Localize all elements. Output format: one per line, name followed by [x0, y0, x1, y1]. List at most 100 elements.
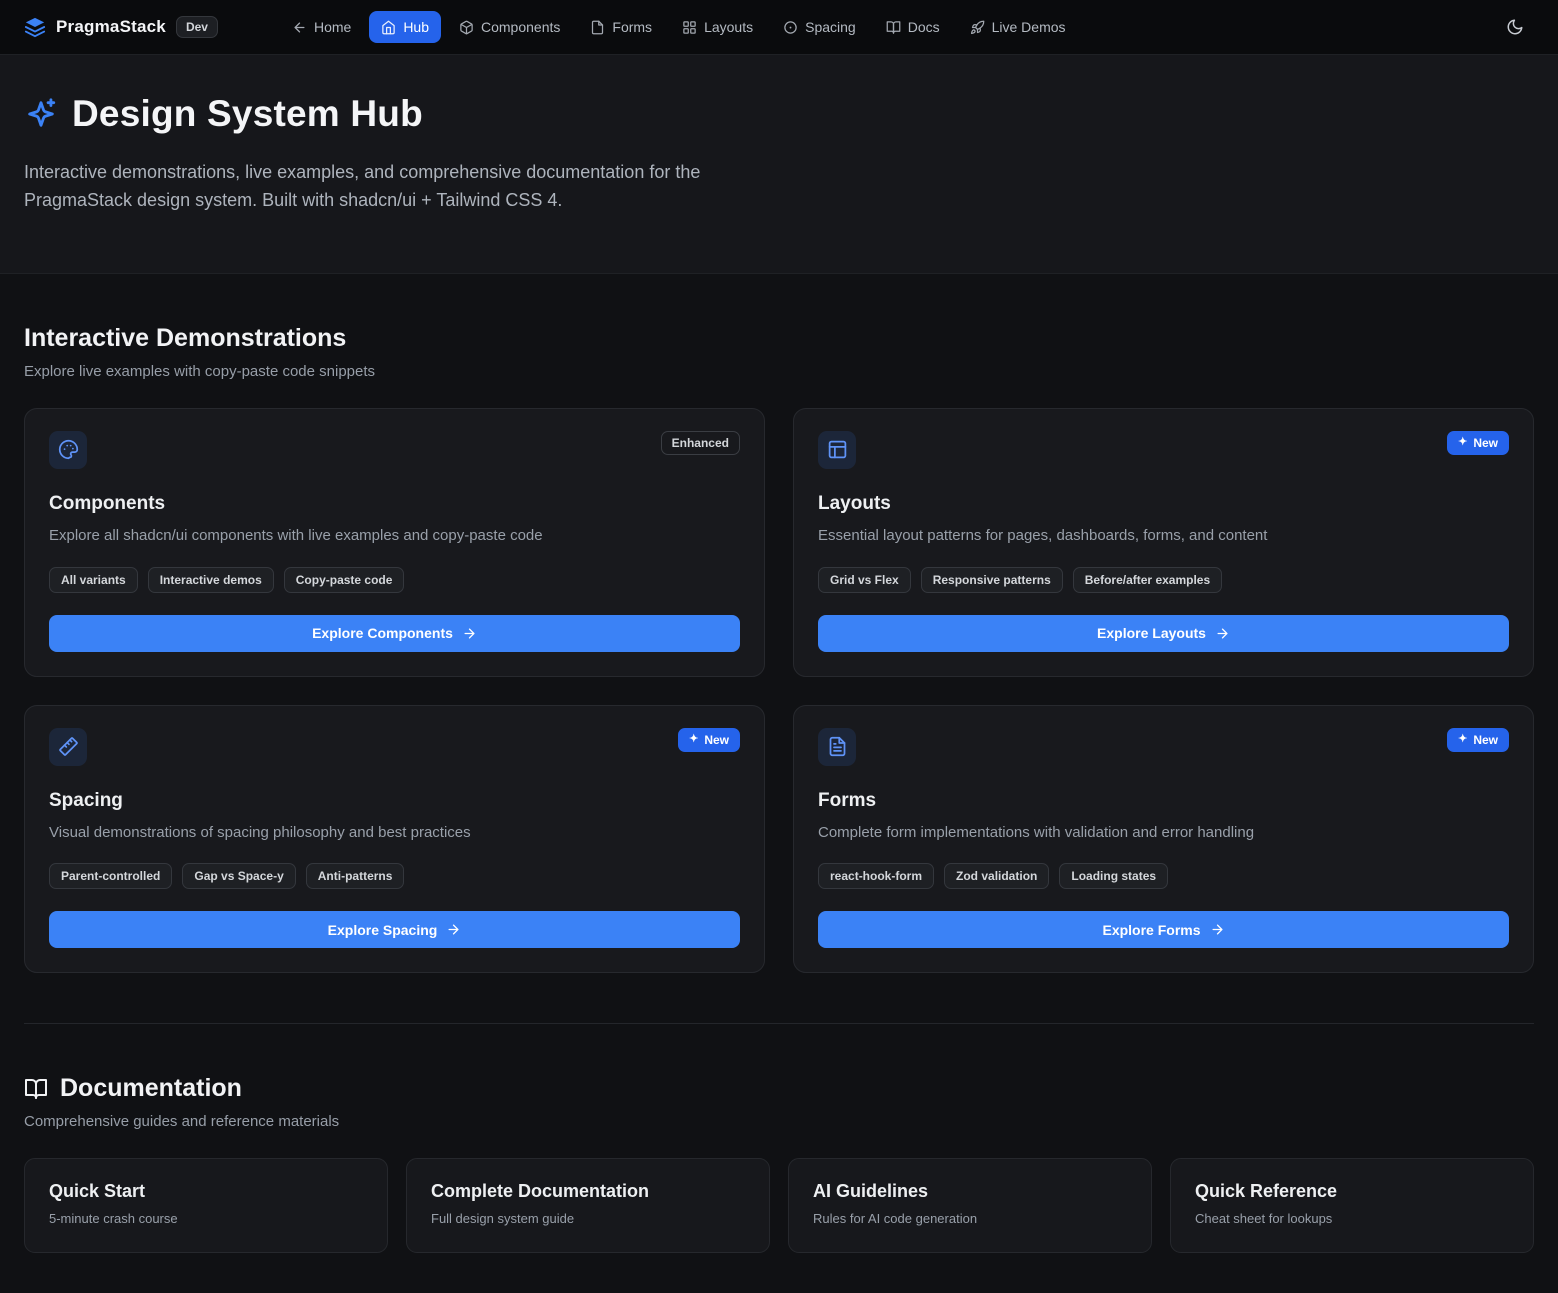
explore-components-button[interactable]: Explore Components: [49, 615, 740, 652]
book-open-icon: [24, 1077, 48, 1101]
nav-label: Spacing: [805, 19, 856, 35]
circle-icon: [783, 20, 798, 35]
card-description: Visual demonstrations of spacing philoso…: [49, 822, 740, 844]
nav-label: Components: [481, 19, 560, 35]
nav-label: Forms: [612, 19, 652, 35]
tag: Grid vs Flex: [818, 567, 911, 593]
card-title: Forms: [818, 790, 1509, 812]
tag: Before/after examples: [1073, 567, 1222, 593]
moon-icon: [1506, 18, 1524, 36]
doc-card-title: Complete Documentation: [431, 1181, 745, 1202]
nav-item-home[interactable]: Home: [280, 11, 363, 43]
main-content: Interactive Demonstrations Explore live …: [0, 324, 1558, 1293]
palette-icon: [49, 431, 87, 469]
tag: Interactive demos: [148, 567, 274, 593]
explore-forms-button[interactable]: Explore Forms: [818, 911, 1509, 948]
layout-grid-icon: [682, 20, 697, 35]
new-badge: ✦New: [1447, 431, 1509, 455]
env-badge: Dev: [176, 16, 218, 38]
card-description: Explore all shadcn/ui components with li…: [49, 525, 740, 547]
book-open-icon: [886, 20, 901, 35]
card-title: Spacing: [49, 790, 740, 812]
nav-item-hub[interactable]: Hub: [369, 11, 441, 43]
button-label: Explore Spacing: [328, 922, 438, 938]
doc-card-title: AI Guidelines: [813, 1181, 1127, 1202]
tag: Gap vs Space-y: [182, 863, 295, 889]
main-nav: Home Hub Components Forms Layouts Spacin…: [280, 11, 1468, 43]
button-label: Explore Forms: [1102, 922, 1200, 938]
nav-item-docs[interactable]: Docs: [874, 11, 952, 43]
explore-spacing-button[interactable]: Explore Spacing: [49, 911, 740, 948]
tag: react-hook-form: [818, 863, 934, 889]
doc-card-quick-start[interactable]: Quick Start 5-minute crash course: [24, 1158, 388, 1253]
file-text-icon: [818, 728, 856, 766]
nav-label: Docs: [908, 19, 940, 35]
new-badge: ✦New: [678, 728, 740, 752]
tag-list: react-hook-form Zod validation Loading s…: [818, 863, 1509, 889]
new-badge: ✦New: [1447, 728, 1509, 752]
doc-card-title: Quick Start: [49, 1181, 363, 1202]
layers-logo-icon: [24, 16, 46, 38]
demo-card-forms: ✦New Forms Complete form implementations…: [793, 705, 1534, 974]
card-description: Essential layout patterns for pages, das…: [818, 525, 1509, 547]
demo-card-grid: Enhanced Components Explore all shadcn/u…: [24, 408, 1534, 974]
nav-item-spacing[interactable]: Spacing: [771, 11, 868, 43]
hero-section: Design System Hub Interactive demonstrat…: [0, 55, 1558, 274]
doc-card-quick-reference[interactable]: Quick Reference Cheat sheet for lookups: [1170, 1158, 1534, 1253]
nav-label: Home: [314, 19, 351, 35]
tag: All variants: [49, 567, 138, 593]
card-title: Layouts: [818, 493, 1509, 515]
tag: Copy-paste code: [284, 567, 405, 593]
tag-list: Grid vs Flex Responsive patterns Before/…: [818, 567, 1509, 593]
file-icon: [590, 20, 605, 35]
tag-list: All variants Interactive demos Copy-past…: [49, 567, 740, 593]
sparkle-icon: ✦: [1458, 437, 1467, 448]
doc-card-ai-guidelines[interactable]: AI Guidelines Rules for AI code generati…: [788, 1158, 1152, 1253]
arrow-left-icon: [292, 20, 307, 35]
tag: Parent-controlled: [49, 863, 172, 889]
nav-item-layouts[interactable]: Layouts: [670, 11, 765, 43]
demo-card-layouts: ✦New Layouts Essential layout patterns f…: [793, 408, 1534, 677]
docs-section-subtitle: Comprehensive guides and reference mater…: [24, 1113, 1534, 1130]
nav-item-live-demos[interactable]: Live Demos: [958, 11, 1078, 43]
demo-card-spacing: ✦New Spacing Visual demonstrations of sp…: [24, 705, 765, 974]
nav-label: Hub: [403, 19, 429, 35]
tag: Anti-patterns: [306, 863, 405, 889]
sparkle-icon: ✦: [689, 734, 698, 745]
ruler-icon: [49, 728, 87, 766]
doc-card-complete-documentation[interactable]: Complete Documentation Full design syste…: [406, 1158, 770, 1253]
brand-name: PragmaStack: [56, 17, 166, 37]
docs-section-title: Documentation: [24, 1074, 1534, 1103]
arrow-right-icon: [1215, 626, 1230, 641]
arrow-right-icon: [1210, 922, 1225, 937]
button-label: Explore Layouts: [1097, 625, 1206, 641]
demo-card-components: Enhanced Components Explore all shadcn/u…: [24, 408, 765, 677]
page-description: Interactive demonstrations, live example…: [24, 159, 764, 215]
doc-card-description: Full design system guide: [431, 1211, 745, 1226]
tag-list: Parent-controlled Gap vs Space-y Anti-pa…: [49, 863, 740, 889]
nav-label: Layouts: [704, 19, 753, 35]
sparkles-icon: [24, 97, 58, 131]
docs-card-grid: Quick Start 5-minute crash course Comple…: [24, 1158, 1534, 1253]
card-title: Components: [49, 493, 740, 515]
section-divider: [24, 1023, 1534, 1024]
doc-card-description: Cheat sheet for lookups: [1195, 1211, 1509, 1226]
page-title: Design System Hub: [72, 93, 423, 135]
nav-item-components[interactable]: Components: [447, 11, 572, 43]
top-navbar: PragmaStack Dev Home Hub Components Form…: [0, 0, 1558, 55]
brand[interactable]: PragmaStack Dev: [24, 16, 218, 38]
doc-card-title: Quick Reference: [1195, 1181, 1509, 1202]
home-icon: [381, 20, 396, 35]
layout-panel-icon: [818, 431, 856, 469]
nav-label: Live Demos: [992, 19, 1066, 35]
arrow-right-icon: [462, 626, 477, 641]
demos-section-title: Interactive Demonstrations: [24, 324, 1534, 353]
tag: Zod validation: [944, 863, 1049, 889]
nav-item-forms[interactable]: Forms: [578, 11, 664, 43]
doc-card-description: 5-minute crash course: [49, 1211, 363, 1226]
explore-layouts-button[interactable]: Explore Layouts: [818, 615, 1509, 652]
arrow-right-icon: [446, 922, 461, 937]
card-description: Complete form implementations with valid…: [818, 822, 1509, 844]
theme-toggle-button[interactable]: [1496, 8, 1534, 46]
enhanced-badge: Enhanced: [661, 431, 740, 455]
